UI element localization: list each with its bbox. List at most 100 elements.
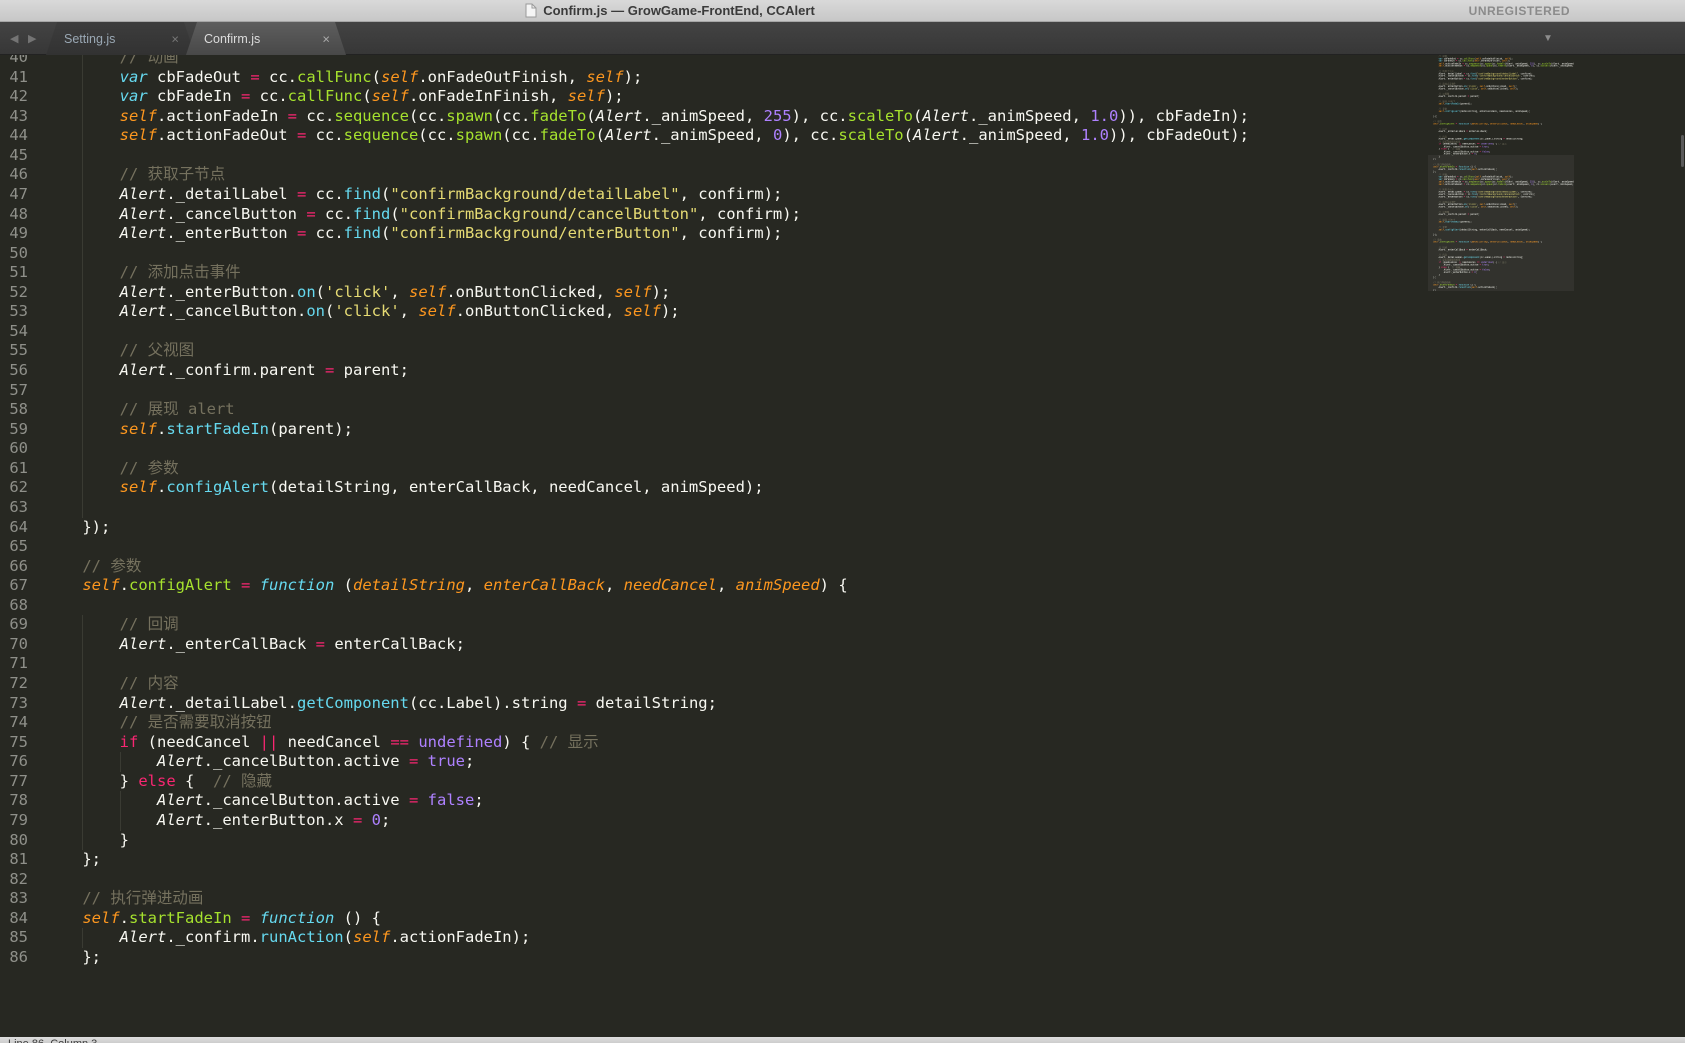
token: Alert	[119, 204, 167, 223]
token: sequence	[1470, 65, 1481, 68]
line-number: 48	[9, 204, 28, 223]
indent-guide	[82, 145, 84, 166]
token: 0	[371, 810, 381, 829]
indent-guide	[82, 419, 84, 440]
code-text: Alert._enterButton.x = 0;	[45, 810, 390, 831]
minimap-text: Alert._confirm.parent = parent;	[1428, 95, 1480, 97]
indent-guide	[82, 106, 84, 127]
line-number: 75	[9, 732, 28, 751]
indent-guide	[82, 224, 84, 244]
token: .onButtonClicked,	[455, 302, 624, 321]
token: self	[614, 282, 652, 301]
token: );	[1515, 87, 1519, 91]
minimap-text: self.configAlert(detailString, enterCall…	[1428, 110, 1530, 112]
editor: 40 // 动画 41 var cbFadeOut = cc.callFunc(s…	[0, 55, 1685, 1037]
indent-guide	[119, 791, 121, 811]
code-text: }	[45, 830, 129, 851]
code-text: Alert._cancelButton = cc.find("confirmBa…	[45, 204, 801, 225]
minimap[interactable]: // 动画 var cbFadeOut = cc.callFunc(self.o…	[1428, 55, 1574, 300]
tab-confirm-js[interactable]: Confirm.js ×	[186, 22, 346, 55]
token: (	[380, 184, 391, 203]
code-line: 66 // 参数	[0, 557, 1685, 577]
indent-guide	[82, 87, 84, 107]
indent-guide	[82, 55, 84, 68]
token: ), cc.	[1532, 65, 1541, 68]
tab-setting-js[interactable]: Setting.js ×	[46, 22, 195, 55]
code-text: Alert._enterCallBack = enterCallBack;	[45, 634, 465, 655]
line-number: 71	[9, 654, 28, 673]
token: =	[287, 106, 297, 125]
indent-guide	[82, 67, 84, 88]
line-number: 66	[9, 556, 28, 575]
minimap-viewport[interactable]	[1428, 155, 1574, 291]
license-status: UNREGISTERED	[1468, 4, 1570, 18]
indent-guide	[82, 165, 84, 185]
line-number: 74	[9, 713, 28, 732]
forward-icon[interactable]: ▶	[28, 22, 36, 55]
token: else	[138, 771, 176, 790]
token: needCancel	[1510, 122, 1524, 126]
token: self	[567, 87, 605, 106]
token: sequence	[334, 106, 409, 125]
token: callFunc	[296, 67, 372, 86]
token: self	[586, 67, 624, 86]
code-line: 84 self.startFadeIn = function () {	[0, 909, 1685, 929]
token: }	[45, 830, 129, 849]
code-line: 62 self.configAlert(detailString, enterC…	[0, 478, 1685, 498]
token: // 参数	[82, 556, 142, 575]
token: startFadeIn	[129, 908, 232, 927]
line-number: 70	[9, 634, 28, 653]
indent-guide	[82, 243, 84, 264]
line-number: 72	[9, 674, 28, 692]
token: // 显示	[1498, 143, 1507, 146]
tab-overflow-icon[interactable]: ▼	[1543, 22, 1553, 55]
token: .onFadeOutFinish,	[418, 67, 587, 86]
token: // 参数	[119, 458, 179, 477]
code-line: 69 // 回调	[0, 615, 1685, 635]
indent-guide	[82, 380, 84, 401]
token: parent;	[1469, 95, 1480, 98]
close-icon[interactable]: ×	[322, 32, 330, 45]
token: animSpeed	[735, 576, 820, 595]
indent-guide	[82, 732, 84, 753]
token: ._animSpeed,	[959, 126, 1081, 145]
indent-guide	[82, 810, 84, 831]
code-line: 79 Alert._enterButton.x = 0;	[0, 810, 1685, 831]
token: Alert	[119, 693, 167, 712]
code-line: 57	[0, 380, 1685, 401]
line-number: 44	[9, 126, 28, 145]
line-number: 79	[9, 810, 28, 829]
back-icon[interactable]: ◀	[10, 22, 18, 55]
code-text: // 动画	[45, 55, 179, 68]
code-line: 72 // 内容	[0, 674, 1685, 694]
line-number: 60	[9, 439, 28, 458]
token: Alert	[119, 361, 167, 379]
close-icon[interactable]: ×	[171, 32, 179, 45]
token: parent;	[334, 361, 409, 379]
scrollbar-thumb[interactable]	[1681, 135, 1684, 167]
token: ._cancelButton.active	[203, 752, 409, 771]
token: =	[352, 810, 363, 829]
token: Alert	[119, 184, 167, 203]
token: cc.	[296, 106, 335, 125]
minimap-text: Alert._cancelButton.on('click', self.onB…	[1428, 88, 1518, 90]
code-line: 63	[0, 497, 1685, 518]
token: cbFadeIn	[147, 87, 241, 106]
token: 0	[772, 126, 783, 145]
token: ._cancelButton.	[166, 302, 307, 321]
token: find	[343, 184, 381, 203]
token: , confirm);	[679, 184, 783, 203]
line-number: 43	[9, 106, 28, 125]
minimap-text: self.configAlert = function (detailStrin…	[1428, 123, 1542, 125]
token: Alert	[119, 634, 167, 653]
token: (	[595, 126, 605, 145]
token: .onButtonClicked,	[1486, 87, 1511, 91]
token: .	[156, 478, 167, 497]
token: .onFadeInFinish,	[408, 87, 568, 106]
token: find	[352, 204, 391, 223]
code-text: var cbFadeOut = cc.callFunc(self.onFadeO…	[45, 67, 642, 88]
line-number: 85	[9, 928, 28, 947]
